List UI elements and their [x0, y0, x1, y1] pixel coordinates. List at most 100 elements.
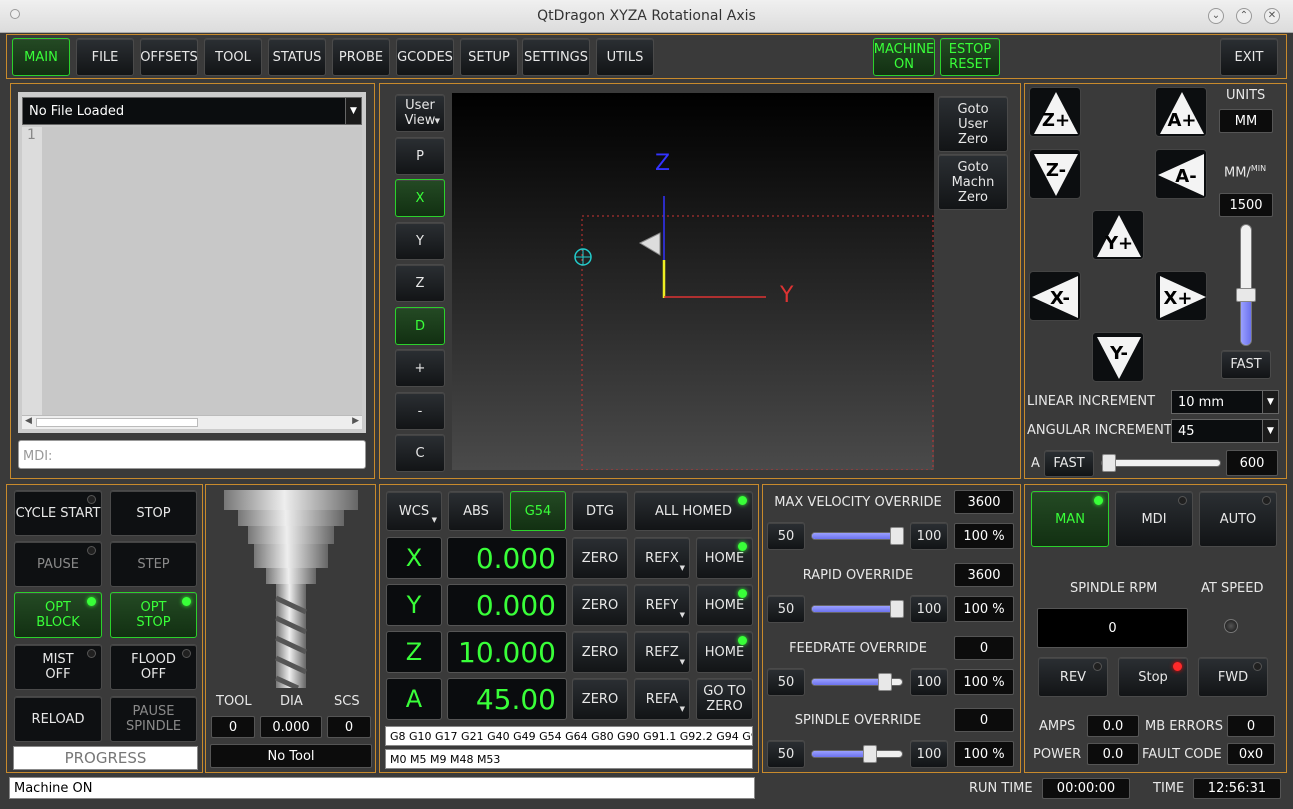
ref-y-button[interactable]: REFY ▼: [634, 584, 690, 626]
pause-spindle-button[interactable]: PAUSE SPINDLE: [110, 696, 197, 742]
mode-man-button[interactable]: MAN: [1031, 491, 1109, 547]
override-slider[interactable]: [811, 600, 904, 618]
dtg-button[interactable]: DTG: [572, 491, 628, 531]
override-min-button[interactable]: 50: [767, 522, 805, 550]
opt-block-button[interactable]: OPT BLOCK: [14, 592, 102, 638]
override-knob[interactable]: [878, 673, 893, 691]
maximize-icon[interactable]: ⌃: [1236, 8, 1252, 24]
cycle-start-button[interactable]: CYCLE START: [14, 490, 102, 536]
jog-y-minus-button[interactable]: Y-: [1092, 332, 1144, 382]
estop-reset-button[interactable]: ESTOP RESET: [940, 38, 1000, 76]
view-y-button[interactable]: Y: [395, 222, 445, 260]
zoom-out-button[interactable]: -: [395, 392, 445, 430]
override-max-button[interactable]: 100: [910, 595, 948, 623]
override-min-button[interactable]: 50: [767, 595, 805, 623]
g54-button[interactable]: G54: [510, 491, 566, 531]
mode-auto-button[interactable]: AUTO: [1199, 491, 1277, 547]
zero-a-button[interactable]: ZERO: [572, 678, 628, 720]
scroll-left-icon[interactable]: ◀: [25, 416, 32, 426]
graphics-preview[interactable]: Z Y: [452, 93, 934, 471]
tab-main[interactable]: MAIN: [12, 38, 70, 76]
jog-rate-knob[interactable]: [1236, 287, 1256, 302]
tab-gcodes[interactable]: GCODES: [396, 38, 454, 76]
reload-button[interactable]: RELOAD: [14, 696, 102, 742]
a-fast-button[interactable]: FAST: [1044, 450, 1094, 477]
jog-x-plus-button[interactable]: X+: [1155, 271, 1207, 321]
override-knob[interactable]: [890, 527, 904, 545]
override-max-button[interactable]: 100: [910, 522, 948, 550]
tab-settings[interactable]: SETTINGS: [522, 38, 590, 76]
home-x-button[interactable]: HOME: [696, 537, 753, 579]
jog-x-minus-button[interactable]: X-: [1029, 271, 1081, 321]
override-knob[interactable]: [862, 745, 877, 763]
scroll-thumb[interactable]: [36, 418, 198, 427]
view-p-button[interactable]: P: [395, 137, 445, 175]
abs-button[interactable]: ABS: [448, 491, 504, 531]
ref-a-button[interactable]: REFA ▼: [634, 678, 690, 720]
tab-offsets[interactable]: OFFSETS: [140, 38, 198, 76]
override-max-button[interactable]: 100: [910, 740, 948, 768]
stop-button[interactable]: STOP: [110, 490, 197, 536]
mist-button[interactable]: MIST OFF: [14, 644, 102, 690]
jog-a-minus-button[interactable]: A-: [1155, 149, 1207, 199]
override-knob[interactable]: [890, 600, 904, 618]
override-slider[interactable]: [811, 527, 904, 545]
jog-rate-slider[interactable]: [1236, 224, 1256, 346]
tab-tool[interactable]: TOOL: [204, 38, 262, 76]
tab-setup[interactable]: SETUP: [460, 38, 518, 76]
all-homed-button[interactable]: ALL HOMED: [634, 491, 753, 531]
override-slider[interactable]: [811, 673, 903, 691]
override-max-button[interactable]: 100: [910, 668, 948, 696]
home-z-button[interactable]: HOME: [696, 631, 753, 673]
tab-probe[interactable]: PROBE: [332, 38, 390, 76]
scroll-right-icon[interactable]: ▶: [352, 416, 359, 426]
wcs-button[interactable]: WCS ▼: [386, 491, 442, 531]
axis-z-label-dro[interactable]: Z: [386, 631, 442, 673]
view-d-button[interactable]: D: [395, 307, 445, 345]
spindle-stop-button[interactable]: Stop: [1118, 657, 1188, 697]
view-x-button[interactable]: X: [395, 179, 445, 217]
minimize-icon[interactable]: ⌄: [1208, 8, 1224, 24]
exit-button[interactable]: EXIT: [1220, 38, 1278, 76]
goto-zero-a-button[interactable]: GO TO ZERO: [696, 678, 753, 720]
home-y-button[interactable]: HOME: [696, 584, 753, 626]
a-rate-knob[interactable]: [1102, 454, 1116, 472]
mdi-input[interactable]: MDI:: [18, 440, 366, 469]
spindle-fwd-button[interactable]: FWD: [1198, 657, 1268, 697]
override-min-button[interactable]: 50: [767, 740, 805, 768]
ref-z-button[interactable]: REFZ ▼: [634, 631, 690, 673]
override-min-button[interactable]: 50: [767, 668, 805, 696]
flood-button[interactable]: FLOOD OFF: [110, 644, 197, 690]
machine-on-button[interactable]: MACHINE ON: [873, 38, 935, 76]
mode-mdi-button[interactable]: MDI: [1115, 491, 1193, 547]
jog-y-plus-button[interactable]: Y+: [1092, 210, 1144, 260]
tab-file[interactable]: FILE: [76, 38, 134, 76]
jog-a-plus-button[interactable]: A+: [1155, 87, 1207, 137]
axis-y-label-dro[interactable]: Y: [386, 584, 442, 626]
view-z-button[interactable]: Z: [395, 264, 445, 302]
opt-stop-button[interactable]: OPT STOP: [110, 592, 197, 638]
close-icon[interactable]: ✕: [1264, 8, 1280, 24]
zero-x-button[interactable]: ZERO: [572, 537, 628, 579]
zero-z-button[interactable]: ZERO: [572, 631, 628, 673]
axis-a-label-dro[interactable]: A: [386, 678, 442, 720]
ref-x-button[interactable]: REFX ▼: [634, 537, 690, 579]
goto-user-zero-button[interactable]: Goto User Zero: [938, 96, 1008, 152]
pause-button[interactable]: PAUSE: [14, 541, 102, 587]
horizontal-scrollbar[interactable]: ◀ ▶: [22, 415, 362, 429]
jog-z-plus-button[interactable]: Z+: [1029, 87, 1081, 137]
jog-fast-button[interactable]: FAST: [1221, 350, 1271, 379]
zero-y-button[interactable]: ZERO: [572, 584, 628, 626]
linear-increment-select[interactable]: 10 mm ▼: [1171, 390, 1279, 414]
user-view-button[interactable]: User View ▼: [395, 94, 445, 132]
tab-utils[interactable]: UTILS: [596, 38, 654, 76]
step-button[interactable]: STEP: [110, 541, 197, 587]
spindle-rev-button[interactable]: REV: [1038, 657, 1108, 697]
angular-increment-select[interactable]: 45 ▼: [1171, 419, 1279, 443]
tab-status[interactable]: STATUS: [268, 38, 326, 76]
zoom-in-button[interactable]: +: [395, 349, 445, 387]
a-rate-slider[interactable]: [1101, 454, 1221, 472]
editor-text-area[interactable]: [42, 127, 362, 416]
clear-button[interactable]: C: [395, 434, 445, 472]
axis-x-label[interactable]: X: [386, 537, 442, 579]
